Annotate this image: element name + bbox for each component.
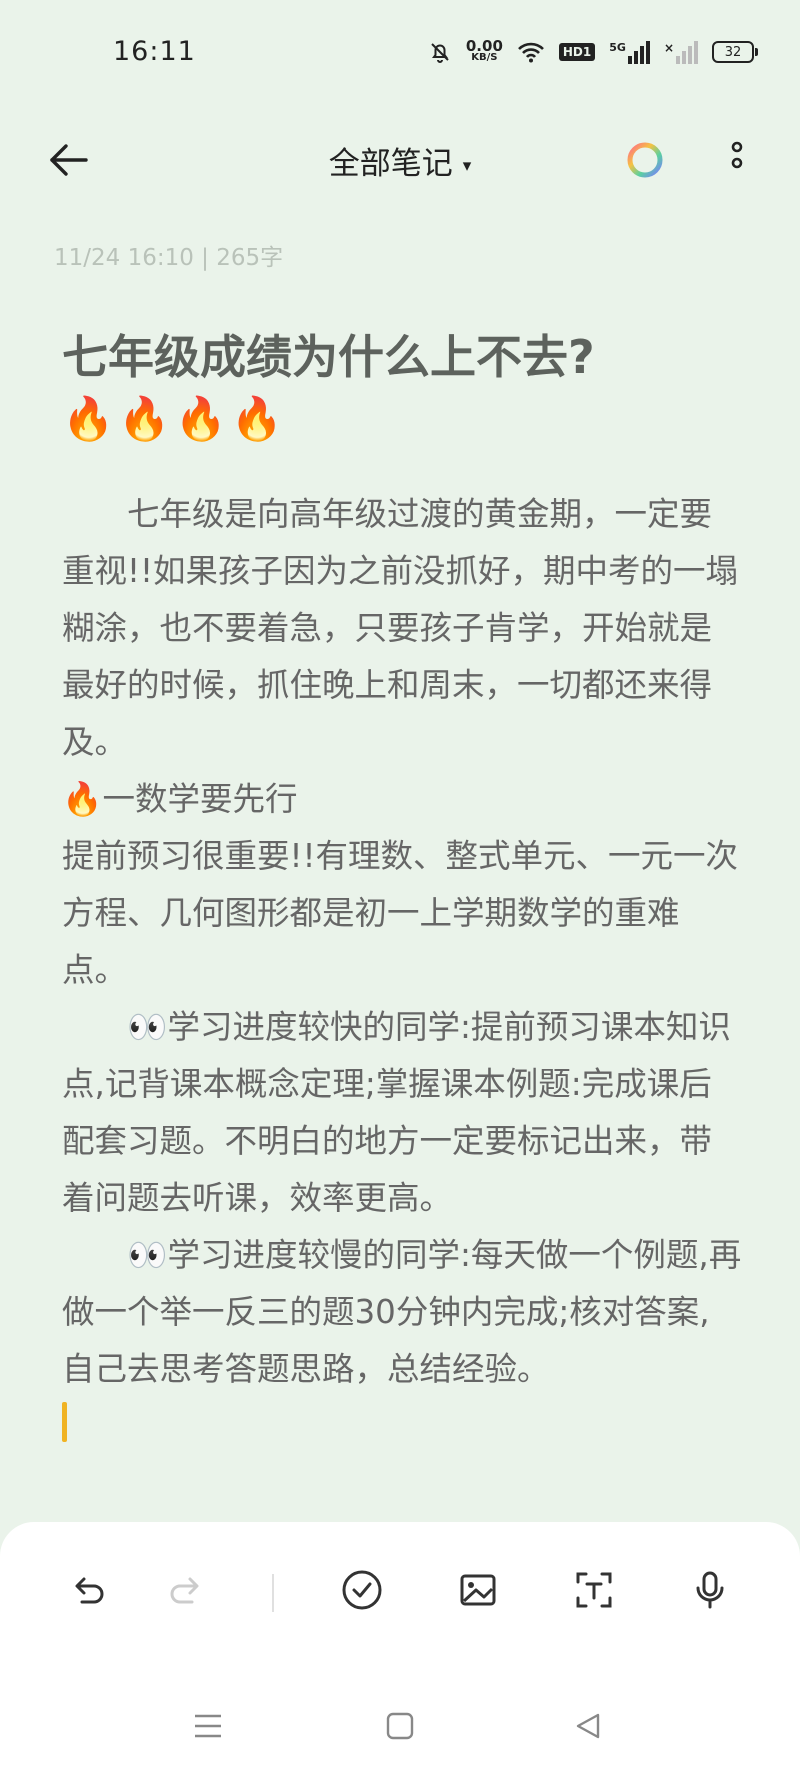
app-bar: 全部笔记 ▾ (0, 118, 800, 202)
nav-menu-button[interactable] (188, 1706, 228, 1746)
caret-down-icon: ▾ (462, 155, 472, 176)
status-time: 16:11 (113, 36, 196, 67)
hd-badge: HD1 (558, 43, 596, 61)
square-icon (386, 1712, 414, 1740)
signal-sim2-icon: × (664, 40, 698, 64)
color-ring-icon (627, 142, 663, 178)
paragraph-slow-learners: 👀学习进度较慢的同学:每天做一个例题,再做一个举一反三的题30分钟内完成;核对答… (62, 1236, 742, 1388)
note-body[interactable]: 七年级是向高年级过渡的黄金期，一定要重视!!如果孩子因为之前没抓好，期中考的一塌… (62, 486, 742, 1398)
note-title-emojis: 🔥🔥🔥🔥 (62, 394, 288, 443)
folder-dropdown[interactable]: 全部笔记 ▾ (0, 138, 800, 183)
insert-image-button[interactable] (450, 1562, 506, 1618)
text-cursor (62, 1402, 67, 1442)
signal-5g-icon: 5G (609, 40, 650, 64)
battery-icon: 32 (712, 41, 758, 63)
redo-button[interactable] (158, 1562, 214, 1618)
image-icon (460, 1574, 496, 1606)
note-title-text: 七年级成绩为什么上不去? (62, 330, 595, 384)
theme-color-button[interactable] (625, 140, 665, 180)
text-recognition-button[interactable] (566, 1562, 622, 1618)
mute-bell-icon (431, 43, 449, 63)
note-meta: 11/24 16:10 | 265字 (54, 245, 284, 271)
toolbar-divider (272, 1574, 274, 1612)
more-vertical-icon (731, 141, 743, 169)
nav-back-button[interactable] (568, 1706, 608, 1746)
voice-input-button[interactable] (682, 1562, 738, 1618)
paragraph-heading-math: 🔥一数学要先行 (62, 780, 298, 818)
wifi-icon (517, 42, 544, 63)
undo-button[interactable] (60, 1562, 116, 1618)
menu-icon (195, 1714, 221, 1738)
folder-title: 全部笔记 (328, 146, 453, 182)
redo-icon (170, 1577, 199, 1604)
paragraph-intro: 七年级是向高年级过渡的黄金期，一定要重视!!如果孩子因为之前没抓好，期中考的一塌… (62, 495, 739, 761)
more-options-button[interactable] (725, 140, 749, 180)
scan-text-icon (576, 1572, 612, 1608)
net-speed: 0.00 KB/S (465, 37, 503, 64)
system-nav-bar (0, 1672, 800, 1778)
microphone-icon (696, 1571, 724, 1609)
triangle-back-icon (576, 1713, 600, 1739)
paragraph-preview: 提前预习很重要!!有理数、整式单元、一元一次方程、几何图形都是初一上学期数学的重… (62, 837, 739, 989)
editor-toolbar (0, 1522, 800, 1672)
checklist-button[interactable] (334, 1562, 390, 1618)
check-circle-icon (342, 1570, 382, 1610)
status-bar: 16:11 0.00 KB/S HD1 5G × 32 (0, 0, 800, 104)
status-icons: 0.00 KB/S HD1 5G × 32 (428, 34, 758, 70)
paragraph-fast-learners: 👀学习进度较快的同学:提前预习课本知识点,记背课本概念定理;掌握课本例题:完成课… (62, 1008, 731, 1217)
note-title[interactable]: 七年级成绩为什么上不去? 🔥🔥🔥🔥 (62, 326, 762, 450)
nav-home-button[interactable] (380, 1706, 420, 1746)
undo-icon (75, 1577, 104, 1604)
